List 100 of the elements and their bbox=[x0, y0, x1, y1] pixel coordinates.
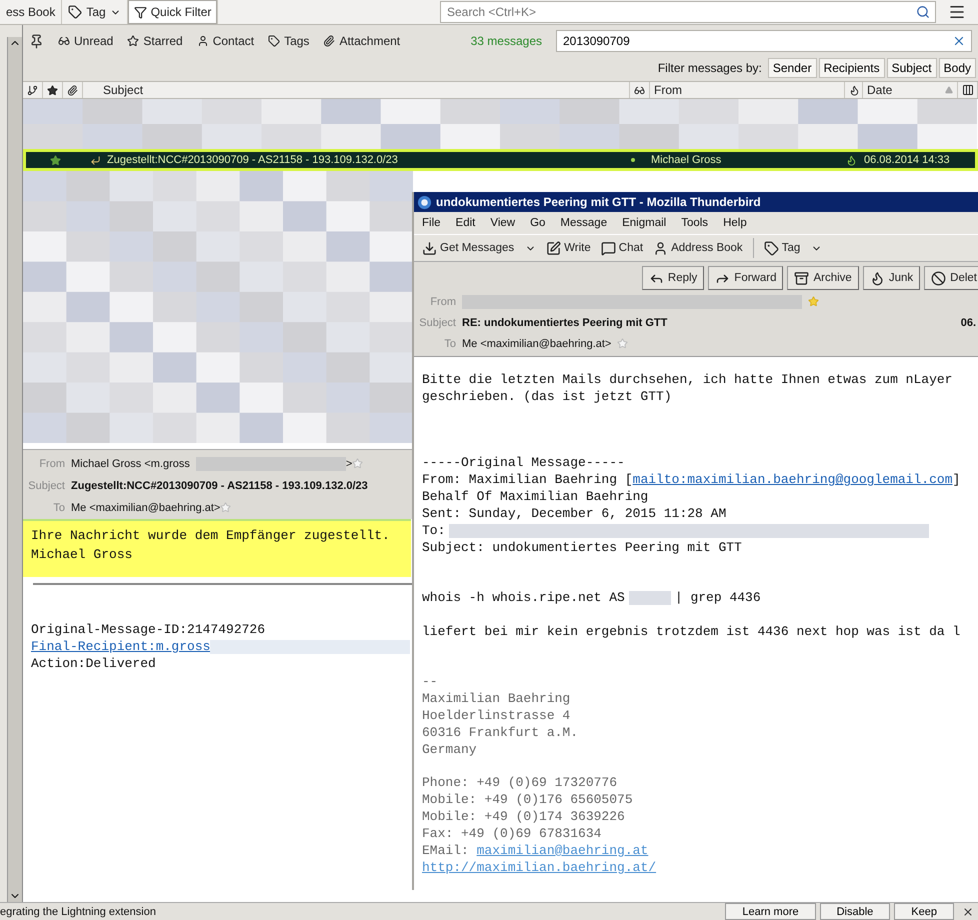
body-text: geschrieben. (das ist jetzt GTT) bbox=[422, 388, 672, 405]
person-icon bbox=[196, 35, 209, 47]
filter-by-button[interactable]: Body bbox=[938, 58, 976, 78]
message-count: 33 messages bbox=[470, 34, 542, 48]
message-row[interactable]: Zugestellt:NCC#2013090709 - AS21158 - 193.109.132.0/23 Michael Gross 06.08.2014 14:33 bbox=[26, 152, 975, 168]
body-text: whois -h whois.ripe.net AS bbox=[422, 589, 625, 606]
header-value: RE: undokumentiertes Peering mit GTT bbox=[462, 316, 668, 328]
body-text: Germany bbox=[422, 740, 477, 758]
paperclip-icon bbox=[323, 35, 336, 47]
scrollbar[interactable] bbox=[7, 37, 22, 902]
filter-field[interactable]: 2013090709 bbox=[556, 30, 972, 52]
pencil-icon bbox=[546, 240, 562, 256]
flame-icon bbox=[870, 270, 885, 286]
body-text: Subject: undokumentiertes Peering mit GTT bbox=[422, 539, 742, 556]
menu-item[interactable]: Message bbox=[560, 217, 608, 229]
message-action-button[interactable]: Delet bbox=[924, 266, 978, 290]
filter-toggle[interactable]: Tags bbox=[268, 34, 310, 48]
message-action-button[interactable]: Forward bbox=[708, 266, 784, 290]
filter-toggle[interactable]: Starred bbox=[127, 34, 183, 48]
toolbar-button[interactable]: Get Messages bbox=[422, 240, 536, 256]
flame-icon bbox=[849, 84, 860, 96]
toolbar-button[interactable]: Write bbox=[546, 240, 591, 256]
pin-icon bbox=[29, 34, 44, 48]
person-icon bbox=[653, 240, 668, 256]
date-text: 06.08.2014 14:33 bbox=[863, 154, 951, 166]
window-title: undokumentiertes Peering mit GTT - Mozilla Thunderbird bbox=[436, 195, 761, 209]
close-icon bbox=[962, 906, 974, 918]
notification-button[interactable]: Learn more bbox=[725, 903, 816, 920]
menu-item[interactable]: Edit bbox=[456, 217, 476, 229]
column-header[interactable]: Subject bbox=[83, 82, 630, 98]
header-value: Me <maximilian@baehring.at> bbox=[71, 502, 220, 514]
filter-by-button[interactable]: Subject bbox=[886, 58, 937, 78]
app-logo-icon bbox=[417, 194, 432, 210]
subject-text: Zugestellt:NCC#2013090709 - AS21158 - 193.109.132.0/23 bbox=[107, 154, 398, 166]
header-label: To bbox=[443, 338, 456, 350]
search-field[interactable]: Search <Ctrl+K> bbox=[440, 1, 936, 23]
header-label: Subject bbox=[418, 316, 456, 328]
column-header[interactable]: Date bbox=[863, 82, 958, 98]
filter-by-button[interactable]: Recipients bbox=[818, 58, 885, 78]
tag-icon bbox=[764, 240, 779, 256]
toolbar-button[interactable]: Chat bbox=[600, 240, 644, 256]
message-action-button[interactable]: Archive bbox=[787, 266, 859, 290]
glasses-icon bbox=[58, 35, 70, 47]
star-icon bbox=[47, 84, 58, 96]
filter-toggle[interactable]: Unread bbox=[58, 34, 114, 48]
address-book-button[interactable]: ess Book bbox=[0, 0, 62, 24]
body-text: Maximilian Baehring bbox=[422, 690, 570, 706]
header-label: Subject bbox=[27, 480, 65, 492]
toolbar-button[interactable]: Address Book bbox=[653, 240, 743, 256]
date-text: 06. bbox=[960, 316, 976, 328]
body-text: Bitte die letzten Mails durchsehen, ich hatte Ihnen etwas zum nLayer bbox=[422, 371, 952, 388]
body-text: Mobile: +49 (0)174 3639226 bbox=[422, 808, 625, 825]
status-text: egrating the Lightning extension bbox=[0, 906, 156, 918]
sort-ascending-icon bbox=[945, 86, 953, 94]
search-icon bbox=[916, 5, 930, 19]
body-text: Behalf Of Maximilian Baehring bbox=[422, 488, 648, 506]
header-value: Michael Gross <m.gross bbox=[71, 458, 190, 470]
body-text: -- bbox=[422, 672, 438, 690]
toolbar-button[interactable]: Tag bbox=[764, 240, 822, 256]
archive-icon bbox=[794, 270, 810, 286]
glasses-icon bbox=[634, 84, 645, 96]
body-text: Fax: +49 (0)69 67831634 bbox=[422, 824, 602, 842]
clear-icon bbox=[952, 34, 966, 48]
notification-button[interactable]: Disable bbox=[820, 903, 890, 920]
body-text: Phone: +49 (0)69 17320776 bbox=[422, 774, 618, 791]
menu-item[interactable]: Help bbox=[723, 217, 747, 229]
menu-item[interactable]: Tools bbox=[681, 217, 708, 229]
tag-icon bbox=[68, 5, 82, 19]
header-label: To bbox=[52, 502, 65, 514]
column-picker-icon bbox=[962, 84, 974, 96]
menu-item[interactable]: Go bbox=[530, 217, 546, 229]
body-text: Mobile: +49 (0)176 65605075 bbox=[422, 790, 633, 808]
notification-button[interactable]: Keep bbox=[894, 903, 954, 920]
body-line: Action:Delivered bbox=[31, 655, 156, 672]
filter-icon bbox=[134, 6, 147, 18]
menu-item[interactable]: View bbox=[490, 217, 516, 229]
header-value: > bbox=[346, 458, 352, 470]
body-line: Original-Message-ID:2147492726 bbox=[31, 621, 266, 638]
flame-icon bbox=[846, 154, 857, 166]
message-action-button[interactable]: Junk bbox=[862, 266, 920, 290]
filter-toggle[interactable]: Attachment bbox=[323, 34, 400, 48]
column-header[interactable]: From bbox=[650, 82, 845, 98]
filter-toggle[interactable]: Contact bbox=[196, 34, 254, 48]
menu-item[interactable]: Enigmail bbox=[622, 217, 666, 229]
thread-icon bbox=[27, 84, 38, 96]
email-link[interactable]: mailto:maximilian.baehring@googlemail.com bbox=[632, 471, 952, 488]
header-value: Zugestellt:NCC#2013090709 - AS21158 - 193.109.132.0/23 bbox=[71, 480, 368, 492]
unread-dot-icon bbox=[631, 158, 635, 162]
redacted-block bbox=[628, 590, 671, 605]
recipient-link[interactable]: Final-Recipient:m.gross bbox=[31, 638, 210, 655]
message-action-button[interactable]: Reply bbox=[642, 266, 704, 290]
quick-filter-button[interactable]: Quick Filter bbox=[128, 0, 218, 24]
body-text: Sent: Sunday, December 6, 2015 11:28 AM bbox=[422, 505, 726, 522]
from-text: Michael Gross bbox=[650, 154, 722, 166]
body-text: ] bbox=[952, 471, 960, 488]
body-text: 60316 Frankfurt a.M. bbox=[422, 724, 578, 740]
menu-item[interactable]: File bbox=[422, 217, 441, 229]
filter-by-button[interactable]: Sender bbox=[768, 58, 817, 78]
header-label: From bbox=[429, 296, 456, 308]
header-value: Me <maximilian@baehring.at> bbox=[462, 338, 612, 350]
